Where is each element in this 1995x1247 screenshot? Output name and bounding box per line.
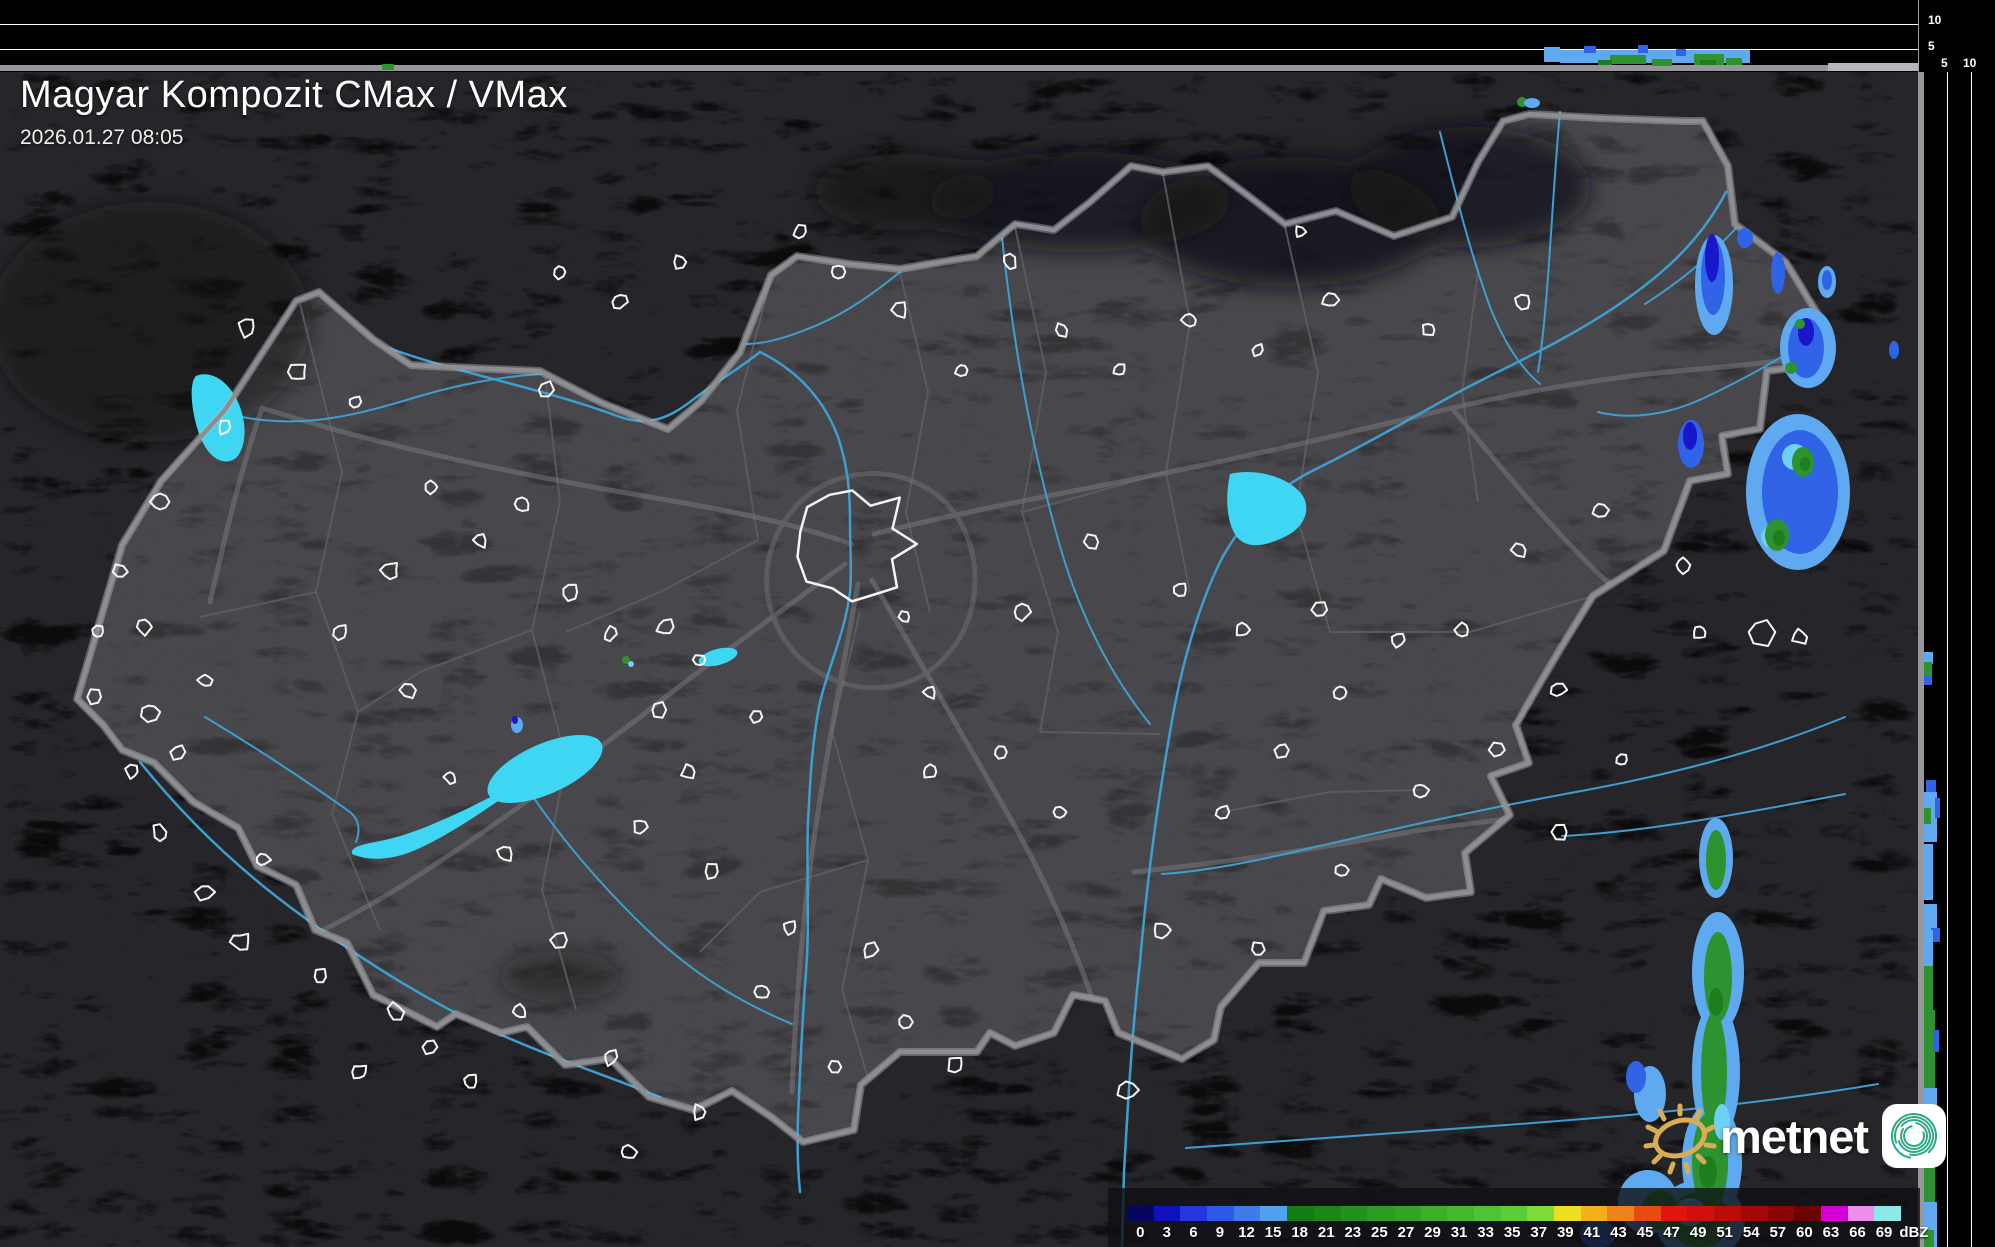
metnet-logo: metnet (1642, 1094, 1946, 1178)
dbz-label-18: 18 (1286, 1225, 1313, 1240)
dbz-cell-25 (1367, 1206, 1394, 1221)
right-panel-divider (1918, 0, 1924, 1247)
dbz-cell-6 (1180, 1206, 1207, 1221)
title-block: Magyar Kompozit CMax / VMax 2026.01.27 0… (20, 74, 568, 150)
dbz-label-57: 57 (1765, 1225, 1792, 1240)
sun-icon (1642, 1094, 1720, 1178)
profile-axis-corner: 10 5 5 10 (1919, 0, 1995, 72)
dbz-cell-45 (1634, 1206, 1661, 1221)
right-axis-label-5: 5 (1941, 57, 1948, 69)
dbz-cell-47 (1661, 1206, 1688, 1221)
dbz-colorbar-labels: 0369121518212325272931333537394143454749… (1127, 1225, 1939, 1240)
dbz-cell-31 (1447, 1206, 1474, 1221)
dbz-cell-33 (1474, 1206, 1501, 1221)
dbz-label-66: 66 (1844, 1225, 1871, 1240)
dbz-label-27: 27 (1393, 1225, 1420, 1240)
right-axis-label-10: 10 (1963, 57, 1976, 69)
dbz-cell-37 (1527, 1206, 1554, 1221)
dbz-label-63: 63 (1818, 1225, 1845, 1240)
top-profile-gridline-5km (0, 49, 1919, 50)
dbz-label-25: 25 (1366, 1225, 1393, 1240)
dbz-cell-9 (1207, 1206, 1234, 1221)
dbz-label-6: 6 (1180, 1225, 1207, 1240)
dbz-unit-label: dBZ (1897, 1225, 1939, 1240)
radar-map (0, 72, 1920, 1247)
metnet-app-icon (1882, 1104, 1946, 1168)
dbz-cell-15 (1260, 1206, 1287, 1221)
dbz-label-60: 60 (1791, 1225, 1818, 1240)
dbz-cell-12 (1234, 1206, 1261, 1221)
dbz-cell-23 (1341, 1206, 1368, 1221)
dbz-label-3: 3 (1154, 1225, 1181, 1240)
dbz-cell-63 (1821, 1206, 1848, 1221)
dbz-label-35: 35 (1499, 1225, 1526, 1240)
dbz-cell-54 (1741, 1206, 1768, 1221)
dbz-cell-69 (1874, 1206, 1901, 1221)
dbz-legend: 0369121518212325272931333537394143454749… (1108, 1188, 1920, 1247)
metnet-logo-text: metnet (1720, 1109, 1868, 1164)
dbz-label-54: 54 (1738, 1225, 1765, 1240)
dbz-cell-18 (1287, 1206, 1314, 1221)
radar-composite-screen: 10 5 5 10 Magyar Kompozit CMax / VMax 20… (0, 0, 1995, 1247)
dbz-cell-3 (1154, 1206, 1181, 1221)
top-axis-label-10: 10 (1928, 14, 1941, 26)
dbz-label-37: 37 (1525, 1225, 1552, 1240)
top-panel-divider-highlight (1828, 63, 1919, 71)
top-axis-label-5: 5 (1928, 40, 1935, 52)
map-title: Magyar Kompozit CMax / VMax (20, 74, 568, 117)
dbz-label-33: 33 (1472, 1225, 1499, 1240)
dbz-label-47: 47 (1658, 1225, 1685, 1240)
dbz-cell-60 (1794, 1206, 1821, 1221)
dbz-cell-21 (1314, 1206, 1341, 1221)
top-profile-gridline-10km (0, 24, 1919, 25)
dbz-label-0: 0 (1127, 1225, 1154, 1240)
dbz-label-41: 41 (1579, 1225, 1606, 1240)
dbz-label-69: 69 (1871, 1225, 1898, 1240)
dbz-cell-51 (1714, 1206, 1741, 1221)
right-profile-panel (1924, 0, 1995, 1247)
map-timestamp: 2026.01.27 08:05 (20, 126, 568, 150)
dbz-label-43: 43 (1605, 1225, 1632, 1240)
top-panel-divider (0, 65, 1924, 71)
dbz-label-49: 49 (1685, 1225, 1712, 1240)
dbz-label-29: 29 (1419, 1225, 1446, 1240)
top-profile-panel (0, 0, 1919, 65)
dbz-cell-0 (1127, 1206, 1154, 1221)
dbz-label-45: 45 (1632, 1225, 1659, 1240)
dbz-label-23: 23 (1340, 1225, 1367, 1240)
dbz-cell-66 (1848, 1206, 1875, 1221)
dbz-label-15: 15 (1260, 1225, 1287, 1240)
dbz-label-21: 21 (1313, 1225, 1340, 1240)
dbz-cell-35 (1501, 1206, 1528, 1221)
dbz-label-39: 39 (1552, 1225, 1579, 1240)
dbz-cell-27 (1394, 1206, 1421, 1221)
dbz-cell-43 (1607, 1206, 1634, 1221)
dbz-cell-49 (1687, 1206, 1714, 1221)
dbz-cell-29 (1421, 1206, 1448, 1221)
dbz-label-9: 9 (1207, 1225, 1234, 1240)
dbz-cell-39 (1554, 1206, 1581, 1221)
dbz-label-31: 31 (1446, 1225, 1473, 1240)
spiral-icon (1888, 1110, 1940, 1162)
map-canvas (0, 72, 1920, 1247)
dbz-cell-41 (1581, 1206, 1608, 1221)
right-profile-gridline-10km (1971, 72, 1972, 1247)
right-profile-gridline-5km (1947, 72, 1948, 1247)
dbz-label-51: 51 (1711, 1225, 1738, 1240)
dbz-cell-57 (1768, 1206, 1795, 1221)
dbz-colorbar (1127, 1206, 1901, 1221)
dbz-label-12: 12 (1233, 1225, 1260, 1240)
